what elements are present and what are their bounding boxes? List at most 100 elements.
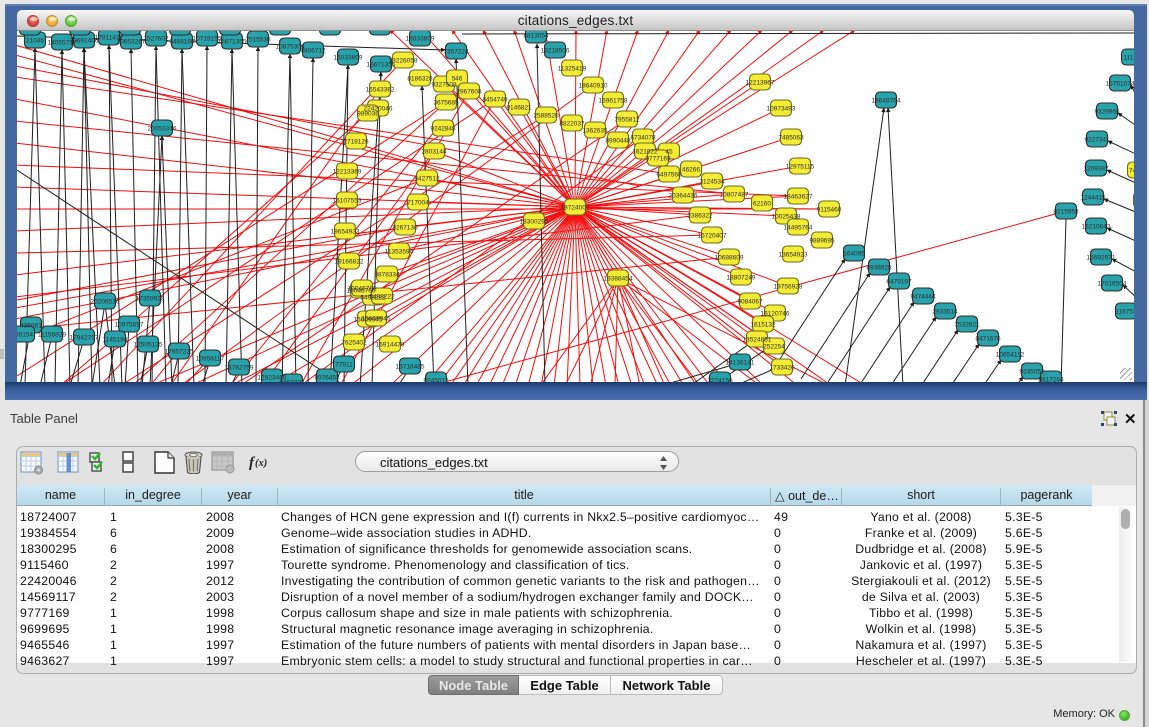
svg-text:45: 45: [665, 148, 673, 155]
svg-text:9889695: 9889695: [809, 237, 835, 244]
svg-text:12213369: 12213369: [333, 168, 362, 175]
svg-text:12213967: 12213967: [746, 79, 775, 86]
svg-text:12975115: 12975115: [786, 163, 815, 170]
svg-text:20206536: 20206536: [91, 298, 120, 305]
svg-text:17359928: 17359928: [136, 295, 165, 302]
svg-text:6466160: 6466160: [169, 38, 195, 45]
svg-text:19756928: 19756928: [774, 283, 803, 290]
svg-text:8990448: 8990448: [605, 137, 631, 144]
svg-text:16107553: 16107553: [333, 197, 362, 204]
svg-text:20364436: 20364436: [669, 192, 698, 199]
svg-text:16210643: 16210643: [1082, 223, 1111, 230]
svg-text:18640910: 18640910: [579, 82, 608, 89]
svg-text:19218506: 19218506: [541, 47, 570, 54]
svg-text:13654923: 13654923: [779, 251, 808, 258]
svg-text:435061: 435061: [20, 322, 42, 329]
svg-text:77911: 77911: [335, 361, 353, 368]
svg-text:16543382: 16543382: [366, 86, 395, 93]
svg-text:62160: 62160: [753, 200, 771, 207]
svg-text:6497568: 6497568: [656, 171, 682, 178]
svg-text:2386322: 2386322: [687, 212, 713, 219]
svg-text:18300295: 18300295: [520, 218, 549, 225]
svg-text:1145194: 1145194: [103, 336, 128, 343]
svg-text:1615132: 1615132: [750, 321, 776, 328]
svg-text:3224156: 3224156: [707, 377, 733, 382]
svg-text:16961758: 16961758: [599, 97, 628, 104]
svg-text:9777169: 9777169: [645, 155, 671, 162]
svg-text:46266: 46266: [682, 166, 700, 173]
svg-text:10654112: 10654112: [996, 351, 1025, 358]
svg-text:9457736: 9457736: [279, 379, 305, 382]
svg-text:10025438: 10025438: [772, 213, 801, 220]
svg-text:17016504: 17016504: [1098, 280, 1127, 287]
svg-text:8822037: 8822037: [559, 120, 585, 127]
svg-text:1527602: 1527602: [143, 35, 169, 42]
svg-text:13226058: 13226058: [389, 57, 418, 64]
svg-text:8427512: 8427512: [414, 175, 440, 182]
svg-text:252254: 252254: [763, 343, 785, 350]
svg-text:1209387: 1209387: [1083, 165, 1109, 172]
svg-text:2967608: 2967608: [456, 88, 482, 95]
svg-text:39154: 39154: [17, 331, 33, 338]
svg-text:10973493: 10973493: [767, 105, 796, 112]
svg-text:989036: 989036: [357, 110, 379, 117]
svg-text:10653267: 10653267: [117, 38, 146, 45]
svg-text:8817264: 8817264: [1038, 376, 1064, 382]
svg-text:20053346: 20053346: [148, 125, 177, 132]
svg-text:10807487: 10807487: [720, 191, 749, 198]
svg-text:74620: 74620: [1129, 167, 1134, 174]
svg-text:2933514: 2933514: [932, 308, 958, 315]
svg-text:9329966: 9329966: [1094, 108, 1120, 115]
svg-text:164095: 164095: [843, 250, 865, 257]
svg-text:7532621: 7532621: [954, 321, 980, 328]
svg-text:19166822: 19166822: [335, 258, 364, 265]
svg-text:2588520: 2588520: [533, 112, 559, 119]
svg-text:8878334: 8878334: [374, 271, 400, 278]
svg-text:19654933: 19654933: [331, 228, 360, 235]
svg-text:7625402: 7625402: [341, 339, 367, 346]
svg-text:8454749: 8454749: [482, 96, 508, 103]
svg-text:13524851: 13524851: [743, 336, 772, 343]
svg-text:21046: 21046: [26, 37, 44, 44]
svg-text:16914479: 16914479: [376, 341, 405, 348]
svg-text:6479197: 6479197: [886, 278, 912, 285]
svg-text:6734078: 6734078: [630, 134, 656, 141]
svg-text:9474444: 9474444: [910, 293, 936, 300]
svg-text:546: 546: [452, 75, 463, 82]
svg-text:15692971: 15692971: [1087, 254, 1116, 261]
svg-text:8267130: 8267130: [392, 224, 418, 231]
svg-text:11353594: 11353594: [385, 248, 414, 255]
svg-text:3675685: 3675685: [433, 99, 459, 106]
svg-text:18724007: 18724007: [561, 204, 590, 211]
svg-text:15720407: 15720407: [698, 232, 727, 239]
svg-text:17957225: 17957225: [165, 348, 194, 355]
svg-text:116753: 116753: [1115, 308, 1134, 315]
svg-text:(x): (x): [255, 458, 267, 469]
svg-text:8215958: 8215958: [1053, 208, 1079, 215]
svg-text:10046766: 10046766: [348, 285, 377, 292]
svg-text:11123: 11123: [1123, 54, 1134, 61]
svg-text:1362635: 1362635: [582, 127, 608, 134]
svg-text:9327508: 9327508: [431, 81, 457, 88]
svg-text:16033809: 16033809: [406, 35, 435, 42]
svg-text:2803144: 2803144: [421, 148, 447, 155]
svg-text:8471676: 8471676: [975, 335, 1001, 342]
svg-text:2718126: 2718126: [343, 138, 369, 145]
svg-text:7955812: 7955812: [614, 116, 640, 123]
svg-text:10688609: 10688609: [715, 254, 744, 261]
svg-text:7357224: 7357224: [443, 48, 469, 55]
svg-text:9242848: 9242848: [430, 125, 456, 132]
svg-text:14136141: 14136141: [726, 359, 755, 366]
svg-text:9806712: 9806712: [300, 47, 326, 54]
svg-text:14495764: 14495764: [784, 224, 813, 231]
svg-text:9227341: 9227341: [1084, 136, 1110, 143]
svg-text:16782759: 16782759: [225, 364, 254, 371]
svg-text:5498222: 5498222: [369, 293, 395, 300]
svg-text:13716485: 13716485: [396, 363, 425, 370]
svg-text:18807249: 18807249: [727, 274, 756, 281]
svg-text:1244415: 1244415: [1080, 194, 1106, 201]
svg-text:17942757: 17942757: [70, 334, 99, 341]
svg-text:7515536: 7515536: [245, 36, 271, 43]
svg-text:11325419: 11325419: [558, 65, 587, 72]
svg-text:1621022: 1621022: [632, 148, 658, 155]
